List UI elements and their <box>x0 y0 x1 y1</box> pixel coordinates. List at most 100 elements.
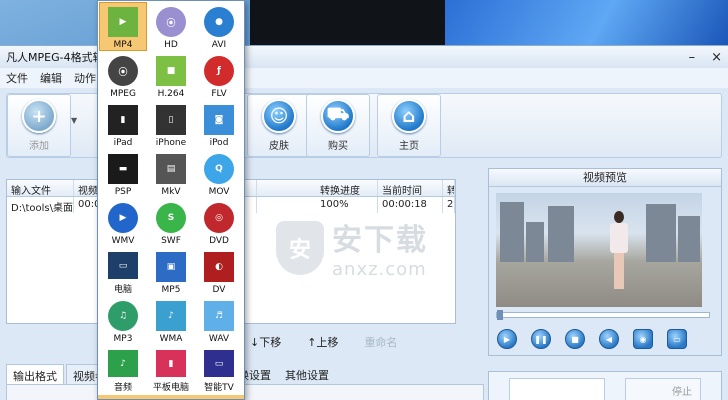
audio-icon: ♪ <box>108 350 138 377</box>
format-option-[interactable]: ♪ 音频 <box>99 345 147 394</box>
format-option-swf[interactable]: S SWF <box>147 198 195 247</box>
stop-label: 停止 <box>672 386 692 398</box>
building <box>646 204 676 262</box>
plus-icon: + <box>22 99 56 133</box>
pause-icon[interactable]: ❚❚ <box>531 329 551 349</box>
move-down-button[interactable]: ↓下移 <box>250 334 281 350</box>
close-button[interactable]: × <box>711 50 722 65</box>
wmv-play-icon: ▶ <box>108 203 138 233</box>
cube-icon: ■ <box>156 56 186 86</box>
format-label: SWF <box>161 236 181 246</box>
film-reel-icon: ⦿ <box>108 56 138 86</box>
format-option-[interactable]: ▭ 电脑 <box>99 247 147 296</box>
format-grid: ▶ MP4 ⦿ HD ● AVI ⦿ MPEG ■ H.264 ƒ FLV ▮ iPad ▯ iPhone ◙ i… <box>98 1 244 394</box>
format-label: PSP <box>114 187 132 197</box>
desktop-wallpaper-strip <box>445 0 728 45</box>
window-title: 凡人MPEG-4格式转 <box>6 51 104 64</box>
format-label: 音频 <box>113 383 132 393</box>
buy-button[interactable]: ⛟ 购买 <box>306 94 370 157</box>
building <box>526 222 544 262</box>
format-option-flv[interactable]: ƒ FLV <box>195 51 243 100</box>
building <box>678 216 700 262</box>
format-option-wma[interactable]: ♪ WMA <box>147 296 195 345</box>
col-progress[interactable]: 转换进度 <box>316 180 378 196</box>
format-option-avi[interactable]: ● AVI <box>195 2 243 51</box>
cell-input-file: D:\tools\桌面... <box>7 197 74 213</box>
volume-icon[interactable]: ◀ <box>599 329 619 349</box>
seek-knob[interactable] <box>497 310 503 320</box>
menu-file[interactable]: 文件 <box>6 70 28 86</box>
format-label: 电脑 <box>113 285 132 295</box>
format-option-dv[interactable]: ◐ DV <box>195 247 243 296</box>
format-option-[interactable]: ▮ 平板电脑 <box>147 345 195 394</box>
col-input-file[interactable]: 输入文件 <box>7 180 74 196</box>
snapshot-icon[interactable]: ◉ <box>633 329 653 349</box>
format-label: MPEG <box>110 89 136 99</box>
home-button[interactable]: ⌂ 主页 <box>377 94 441 157</box>
stop-button[interactable]: 停止 <box>625 378 701 400</box>
convert-button[interactable] <box>509 378 605 400</box>
settings-panel <box>6 384 484 400</box>
rename-button[interactable]: 重命名 <box>364 334 397 350</box>
wma-icon: ♪ <box>156 301 186 331</box>
seek-bar[interactable] <box>496 310 710 320</box>
stop-icon[interactable]: ■ <box>565 329 585 349</box>
format-option-mp4[interactable]: ▶ MP4 <box>99 2 147 51</box>
cell-current-time: 00:00:18 <box>378 197 443 213</box>
format-label: iPad <box>113 138 133 148</box>
format-option-dvd[interactable]: ◎ DVD <box>195 198 243 247</box>
format-label: 智能TV <box>204 383 234 393</box>
format-label: MkV <box>161 187 181 197</box>
format-option-tv[interactable]: ▭ 智能TV <box>195 345 243 394</box>
format-option-hd[interactable]: ⦿ HD <box>147 2 195 51</box>
smart-tv-icon: ▭ <box>204 350 234 377</box>
format-option-mpeg[interactable]: ⦿ MPEG <box>99 51 147 100</box>
preview-title: 视频预览 <box>489 169 721 187</box>
folder-icon[interactable]: ▭ <box>667 329 687 349</box>
watermark: 安 安下载 anxz.com <box>276 215 428 280</box>
format-label: WMV <box>111 236 135 246</box>
dropdown-bottom-highlight <box>98 395 244 399</box>
convert-controls: 停止 <box>488 371 722 400</box>
film-reel-icon: ⦿ <box>156 7 186 37</box>
format-option-mp3[interactable]: ♫ MP3 <box>99 296 147 345</box>
camcorder-icon: ◐ <box>204 252 234 282</box>
col-current-time[interactable]: 当前时间 <box>378 180 443 196</box>
format-label: WMA <box>159 334 183 344</box>
mp4-icon: ▶ <box>108 7 138 37</box>
cell-size: 2.18MB <box>443 197 455 213</box>
format-label: iPhone <box>155 138 187 148</box>
format-option-wmv[interactable]: ▶ WMV <box>99 198 147 247</box>
format-label: AVI <box>211 40 227 50</box>
format-option-mp5[interactable]: ▣ MP5 <box>147 247 195 296</box>
format-option-mkv[interactable]: ▤ MkV <box>147 149 195 198</box>
ipad-icon: ▮ <box>108 105 138 135</box>
format-option-ipod[interactable]: ◙ iPod <box>195 100 243 149</box>
format-option-ipad[interactable]: ▮ iPad <box>99 100 147 149</box>
quicktime-icon: Q <box>204 154 234 184</box>
tab-output-format[interactable]: 输出格式 <box>6 364 64 384</box>
add-dropdown-arrow-icon[interactable]: ▼ <box>71 116 77 125</box>
format-label: MP4 <box>113 40 133 50</box>
format-label: WAV <box>208 334 230 344</box>
col-size[interactable]: 转换大小 <box>443 180 455 196</box>
watermark-shield-icon: 安 <box>276 220 324 275</box>
format-option-wav[interactable]: ♬ WAV <box>195 296 243 345</box>
format-label: MP5 <box>161 285 181 295</box>
minimize-button[interactable]: – <box>689 50 696 65</box>
add-button-label: 添加 <box>29 141 49 152</box>
play-icon[interactable]: ▶ <box>497 329 517 349</box>
cell-progress: 100% <box>316 197 378 213</box>
format-option-h264[interactable]: ■ H.264 <box>147 51 195 100</box>
list-actions: ↓下移 ↑上移 重命名 <box>230 334 397 350</box>
video-preview-panel: 视频预览 ▶ ❚❚ ■ ◀ ◉ ▭ <box>488 168 722 356</box>
move-up-button[interactable]: ↑上移 <box>307 334 338 350</box>
skin-button[interactable]: ☺ 皮肤 <box>247 94 311 157</box>
tab-other-settings[interactable]: 其他设置 <box>285 367 329 383</box>
format-option-iphone[interactable]: ▯ iPhone <box>147 100 195 149</box>
format-option-psp[interactable]: ▬ PSP <box>99 149 147 198</box>
format-option-mov[interactable]: Q MOV <box>195 149 243 198</box>
menu-action[interactable]: 动作 <box>74 70 96 86</box>
add-button[interactable]: + 添加 <box>7 94 71 157</box>
menu-edit[interactable]: 编辑 <box>40 70 62 86</box>
